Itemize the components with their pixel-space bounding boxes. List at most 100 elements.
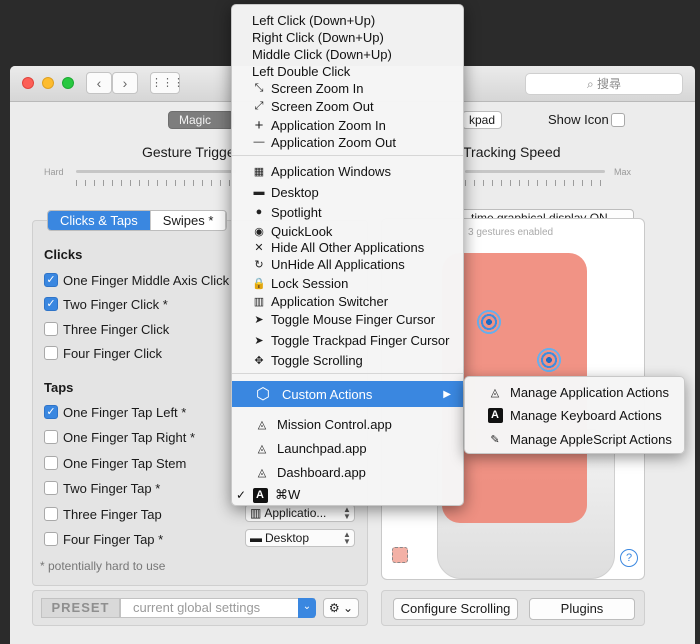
gesture-trigger-label: Gesture Trigge [142,144,235,160]
menu-item[interactable]: ✕ Hide All Other Applications [232,238,463,256]
menu-item-label: UnHide All Applications [271,256,405,272]
clicks-item[interactable]: ✓ Two Finger Click * [44,295,168,313]
tab-clicks-taps[interactable]: Clicks & Taps [48,211,151,230]
taps-item-label: One Finger Tap Stem [63,455,187,471]
segment-magic-mouse[interactable]: Magic Mo [168,111,234,129]
three-finger-tap-action-popup[interactable]: ▥ Applicatio... ▲ ▼ [245,504,355,522]
menu-item[interactable]: Middle Click (Down+Up) [232,45,463,63]
show-icon-checkbox[interactable] [611,113,625,127]
checkbox[interactable]: ✓ [44,297,58,311]
taps-item[interactable]: Three Finger Tap [44,505,162,523]
checkmark-icon: ✓ [236,488,247,502]
checkbox[interactable] [44,456,58,470]
clicks-item-label: Four Finger Click [63,345,162,361]
menu-item-label: Mission Control.app [277,416,392,432]
checkbox[interactable] [44,346,58,360]
grid-view-button[interactable]: ⋮⋮⋮ [150,72,184,94]
menu-item[interactable]: ✥ Toggle Scrolling [232,351,463,369]
menu-item[interactable]: + Application Zoom In [232,116,463,134]
menu-item-label: Application Zoom In [271,117,386,133]
preset-dropdown-button[interactable]: ⌄ [298,598,316,618]
gear-icon: ⚙ ⌄ [328,601,354,615]
menu-item[interactable]: Left Double Click [232,62,463,80]
menu-item[interactable]: ➤ Toggle Mouse Finger Cursor [232,310,463,328]
app-icon: ◬ [257,418,267,431]
menu-item[interactable]: Right Click (Down+Up) [232,28,463,46]
search-field[interactable]: ⌕ 搜尋 [525,73,683,95]
clicks-item[interactable]: ✓ One Finger Middle Axis Click [44,271,229,289]
menu-item-selected[interactable]: ✓ A ⌘W [232,486,463,504]
segment-magic-label: Magic Mo [179,113,212,127]
app-actions-icon: ◬ [490,386,500,399]
menu-separator [232,155,463,156]
checkbox[interactable]: ✓ [44,405,58,419]
plugins-button[interactable]: Plugins [529,598,635,620]
help-button[interactable]: ? [620,549,638,567]
checkbox[interactable] [44,430,58,444]
menu-item-label: Launchpad.app [277,440,367,456]
taps-item[interactable]: One Finger Tap Right * [44,428,195,446]
submenu-item[interactable]: ◬ Manage Application Actions [465,383,684,401]
segment-trackpad-label: kpad [469,113,496,127]
checkbox[interactable]: ✓ [44,273,58,287]
menu-item[interactable]: ◬ Dashboard.app [232,463,463,481]
menu-item[interactable]: ◬ Mission Control.app [232,415,463,433]
menu-item[interactable]: ➤ Toggle Trackpad Finger Cursor [232,331,463,349]
slider-max-label: Max [614,167,632,177]
zoom-button[interactable] [62,77,74,89]
menu-item[interactable]: ▦ Application Windows [232,162,463,180]
close-button[interactable] [22,77,34,89]
slider-min-label: Hard [44,167,64,177]
taps-item[interactable]: ✓ One Finger Tap Left * [44,403,186,421]
taps-item[interactable]: Four Finger Tap * [44,530,163,548]
back-button[interactable]: ‹ [86,72,112,94]
minus-icon: — [253,136,265,148]
menu-item[interactable]: ↻ UnHide All Applications [232,255,463,273]
menu-separator [232,373,463,374]
checkbox[interactable] [44,532,58,546]
menu-item-label: Toggle Mouse Finger Cursor [271,311,436,327]
tracking-speed-slider[interactable] [465,170,605,173]
taps-item[interactable]: Two Finger Tap * [44,479,160,497]
custom-actions-submenu: ◬ Manage Application Actions A Manage Keyb… [464,376,685,454]
minimize-button[interactable] [42,77,54,89]
menu-item[interactable]: ▥ Application Switcher [232,292,463,310]
tab-swipes[interactable]: Swipes * [151,211,227,230]
four-finger-tap-action-popup[interactable]: ▬ Desktop ▲ ▼ [245,529,355,547]
configure-scrolling-button[interactable]: Configure Scrolling [393,598,518,620]
overlay-toggle-icon[interactable] [392,547,408,563]
switcher-icon: ▥ [250,506,262,520]
forward-button[interactable]: › [112,72,138,94]
submenu-item[interactable]: ✎ Manage AppleScript Actions [465,430,684,448]
menu-item[interactable]: Left Click (Down+Up) [232,11,463,29]
gear-menu-button[interactable]: ⚙ ⌄ [323,598,359,618]
submenu-item[interactable]: A Manage Keyboard Actions [465,406,684,424]
footnote: * potentially hard to use [40,559,166,573]
menu-item-label: Toggle Trackpad Finger Cursor [271,332,450,348]
submenu-item-label: Manage AppleScript Actions [510,431,672,447]
checkbox[interactable] [44,507,58,521]
menu-item-label: ⌘W [275,487,301,502]
menu-item[interactable]: ● Spotlight [232,203,463,221]
checkbox[interactable] [44,322,58,336]
menu-item[interactable]: ▬ Desktop [232,183,463,201]
taps-item[interactable]: One Finger Tap Stem [44,454,186,472]
clicks-item-label: One Finger Middle Axis Click [63,272,230,288]
zoom-out-icon: ⤢ [254,99,264,112]
preset-field[interactable]: current global settings [120,598,315,618]
gesture-trigger-slider[interactable] [76,170,236,173]
menu-item[interactable]: 🔒 Lock Session [232,274,463,292]
clicks-item[interactable]: Three Finger Click [44,320,169,338]
menu-item[interactable]: — Application Zoom Out [232,133,463,151]
menu-item[interactable]: ◬ Launchpad.app [232,439,463,457]
menu-item[interactable]: ⤡ Screen Zoom In [232,79,463,97]
segment-trackpad[interactable]: kpad [462,111,502,129]
clicks-item-label: Two Finger Click * [63,296,168,312]
menu-item-custom-actions[interactable]: ⬡ Custom Actions ▶ [232,381,463,407]
clicks-item[interactable]: Four Finger Click [44,344,162,362]
preset-label: PRESET [41,598,120,618]
menu-item[interactable]: ⤢ Screen Zoom Out [232,97,463,115]
menu-item-label: Left Double Click [252,63,351,79]
checkbox[interactable] [44,481,58,495]
popup-value: Applicatio... [264,506,327,520]
